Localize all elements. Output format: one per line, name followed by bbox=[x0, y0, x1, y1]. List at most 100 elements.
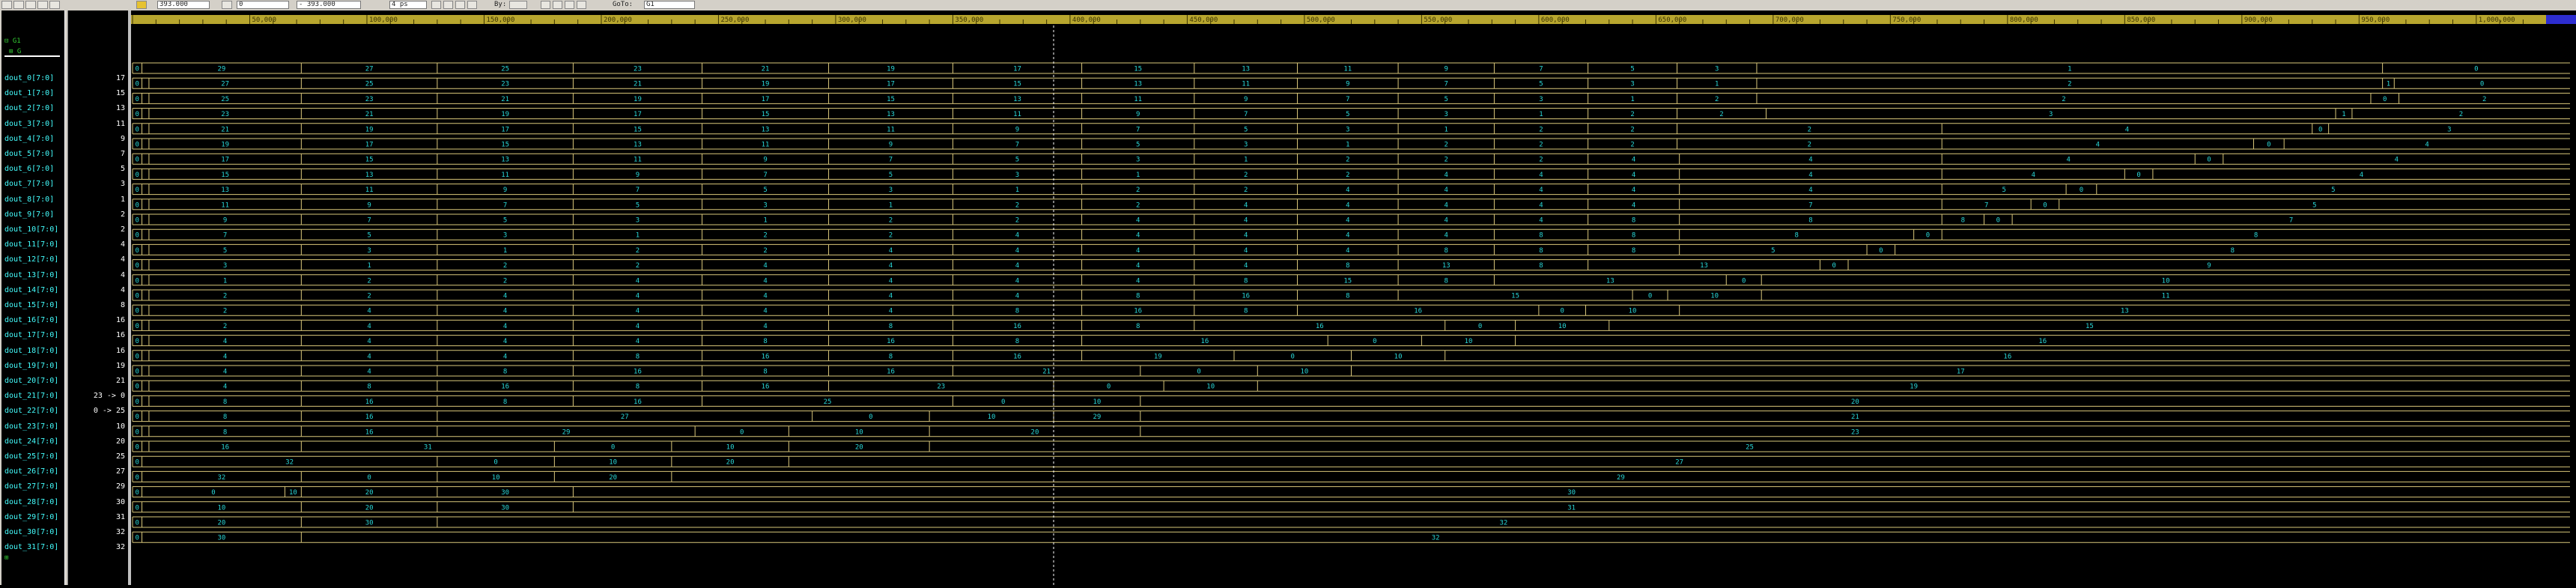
wave-value-label: 21 bbox=[221, 126, 229, 133]
resolution-select[interactable]: 4 ps bbox=[389, 1, 427, 9]
marker-icon[interactable] bbox=[222, 1, 232, 9]
signal-name[interactable]: dout_23[7:0] bbox=[4, 420, 66, 434]
signal-name[interactable]: dout_5[7:0] bbox=[4, 148, 66, 161]
wave-value-label: 17 bbox=[762, 96, 770, 103]
signal-name[interactable]: dout_30[7:0] bbox=[4, 526, 66, 539]
wave-segment: 16 bbox=[828, 365, 953, 377]
group-toggle-icon[interactable]: ⊞ bbox=[4, 554, 8, 562]
from-time-field[interactable]: 393.000 bbox=[157, 1, 210, 9]
wave-segment: 16 bbox=[300, 425, 437, 437]
wave-segment bbox=[142, 153, 149, 165]
wave-value-label: 13 bbox=[221, 187, 229, 194]
signal-name[interactable]: dout_26[7:0] bbox=[4, 465, 66, 479]
signal-name[interactable]: dout_22[7:0] bbox=[4, 404, 66, 418]
signal-name[interactable]: dout_12[7:0] bbox=[4, 253, 66, 267]
prev-edge-icon[interactable] bbox=[541, 1, 550, 9]
open-icon[interactable] bbox=[1, 1, 12, 9]
goto-select[interactable]: G1 bbox=[644, 1, 695, 9]
tree-root[interactable]: ⊟ G1 bbox=[4, 37, 21, 45]
wave-segment bbox=[142, 92, 149, 104]
wave-segment: 27 bbox=[788, 455, 2570, 467]
wave-value-label: 4 bbox=[1808, 187, 1812, 194]
signal-name[interactable]: dout_25[7:0] bbox=[4, 450, 66, 464]
wave-value-label: 8 bbox=[223, 413, 227, 421]
wave-segment: 4 bbox=[1397, 198, 1495, 210]
signal-name[interactable]: dout_27[7:0] bbox=[4, 480, 66, 494]
wave-segment: 4 bbox=[2223, 153, 2570, 165]
signal-name[interactable]: dout_4[7:0] bbox=[4, 133, 66, 146]
zoom-in-icon[interactable] bbox=[431, 1, 441, 9]
zoom-out-icon[interactable] bbox=[443, 1, 453, 9]
wave-segment bbox=[142, 184, 149, 196]
zoom-area-icon[interactable] bbox=[467, 1, 477, 9]
settings-icon[interactable] bbox=[577, 1, 586, 9]
to-time-field[interactable]: - 393.000 bbox=[297, 1, 361, 9]
undo-icon[interactable] bbox=[37, 1, 48, 9]
signal-name[interactable]: dout_19[7:0] bbox=[4, 360, 66, 373]
signal-name[interactable]: dout_8[7:0] bbox=[4, 193, 66, 207]
wave-value-label: 0 bbox=[136, 384, 139, 391]
signal-name[interactable]: dout_7[7:0] bbox=[4, 178, 66, 191]
signal-name[interactable]: dout_21[7:0] bbox=[4, 390, 66, 403]
wave-segment: 4 bbox=[148, 380, 302, 392]
signal-name[interactable]: dout_10[7:0] bbox=[4, 223, 66, 237]
next-edge-icon[interactable] bbox=[553, 1, 562, 9]
waveform-canvas[interactable]: 50,000 100,000 150,000 200,000 250,000 300,00… bbox=[131, 10, 2576, 585]
signal-name[interactable]: dout_13[7:0] bbox=[4, 269, 66, 282]
wave-segment: 4 bbox=[702, 274, 829, 286]
wave-segment: 0 bbox=[300, 470, 437, 482]
signal-name[interactable]: dout_6[7:0] bbox=[4, 163, 66, 176]
wave-value-label: 17 bbox=[501, 126, 509, 133]
reload-icon[interactable] bbox=[13, 1, 24, 9]
wave-segment: 8 bbox=[1397, 274, 1495, 286]
wave-segment: 2 bbox=[828, 213, 953, 225]
redo-icon[interactable] bbox=[49, 1, 60, 9]
wave-segment: 0 bbox=[132, 243, 142, 255]
signal-name[interactable]: dout_9[7:0] bbox=[4, 208, 66, 222]
wave-segment: 11 bbox=[1297, 62, 1399, 74]
signal-name[interactable]: dout_31[7:0] bbox=[4, 541, 66, 554]
wave-value-label: 4 bbox=[367, 353, 371, 360]
signal-name[interactable]: dout_28[7:0] bbox=[4, 496, 66, 509]
signal-name[interactable]: dout_15[7:0] bbox=[4, 299, 66, 312]
wave-value-label: 4 bbox=[763, 323, 767, 330]
wave-segment: 4 bbox=[828, 259, 953, 271]
edge-type-select[interactable] bbox=[509, 1, 527, 9]
wave-value-label: 0 bbox=[136, 262, 139, 270]
signal-name[interactable]: dout_1[7:0] bbox=[4, 87, 66, 100]
signal-name[interactable]: dout_11[7:0] bbox=[4, 238, 66, 252]
wave-segment: 0 bbox=[132, 395, 142, 407]
wave-segment: 4 bbox=[300, 319, 437, 331]
tree-child[interactable]: ⊞ G bbox=[9, 48, 21, 55]
signal-name[interactable]: dout_18[7:0] bbox=[4, 345, 66, 358]
signal-name[interactable]: dout_17[7:0] bbox=[4, 329, 66, 342]
wave-segment: 4 bbox=[572, 319, 702, 331]
signal-name[interactable]: dout_3[7:0] bbox=[4, 118, 66, 131]
signal-name[interactable]: dout_29[7:0] bbox=[4, 511, 66, 524]
wave-value-label: 4 bbox=[1539, 217, 1543, 225]
wave-segment: 9 bbox=[828, 138, 953, 150]
signal-name[interactable]: dout_14[7:0] bbox=[4, 284, 66, 297]
wave-value-label: 0 bbox=[136, 232, 139, 240]
wave-segment: 10 bbox=[1421, 335, 1516, 347]
signal-name[interactable]: dout_20[7:0] bbox=[4, 375, 66, 388]
wave-value-label: 3 bbox=[763, 201, 767, 209]
marker-time-field[interactable]: 0 bbox=[237, 1, 289, 9]
wave-segment: 9 bbox=[702, 153, 829, 165]
wave-value-label: 0 bbox=[611, 444, 615, 452]
print-icon[interactable] bbox=[25, 1, 36, 9]
wave-segment: 1 bbox=[300, 259, 437, 271]
signal-name[interactable]: dout_16[7:0] bbox=[4, 314, 66, 327]
search-icon[interactable] bbox=[565, 1, 574, 9]
wave-segment: 0 bbox=[132, 531, 142, 543]
wave-segment: 2 bbox=[1493, 123, 1588, 135]
wave-segment bbox=[142, 395, 149, 407]
zoom-fit-icon[interactable] bbox=[455, 1, 465, 9]
signal-name[interactable]: dout_2[7:0] bbox=[4, 102, 66, 115]
waveform-pane[interactable]: 50,000 100,000 150,000 200,000 250,000 300,00… bbox=[131, 10, 2576, 585]
signal-name[interactable]: dout_24[7:0] bbox=[4, 435, 66, 449]
wave-value-label: 2 bbox=[1808, 142, 1811, 149]
bookmark-icon[interactable] bbox=[136, 1, 147, 9]
wave-value-label: 0 bbox=[2043, 201, 2047, 209]
signal-name[interactable]: dout_0[7:0] bbox=[4, 72, 66, 85]
